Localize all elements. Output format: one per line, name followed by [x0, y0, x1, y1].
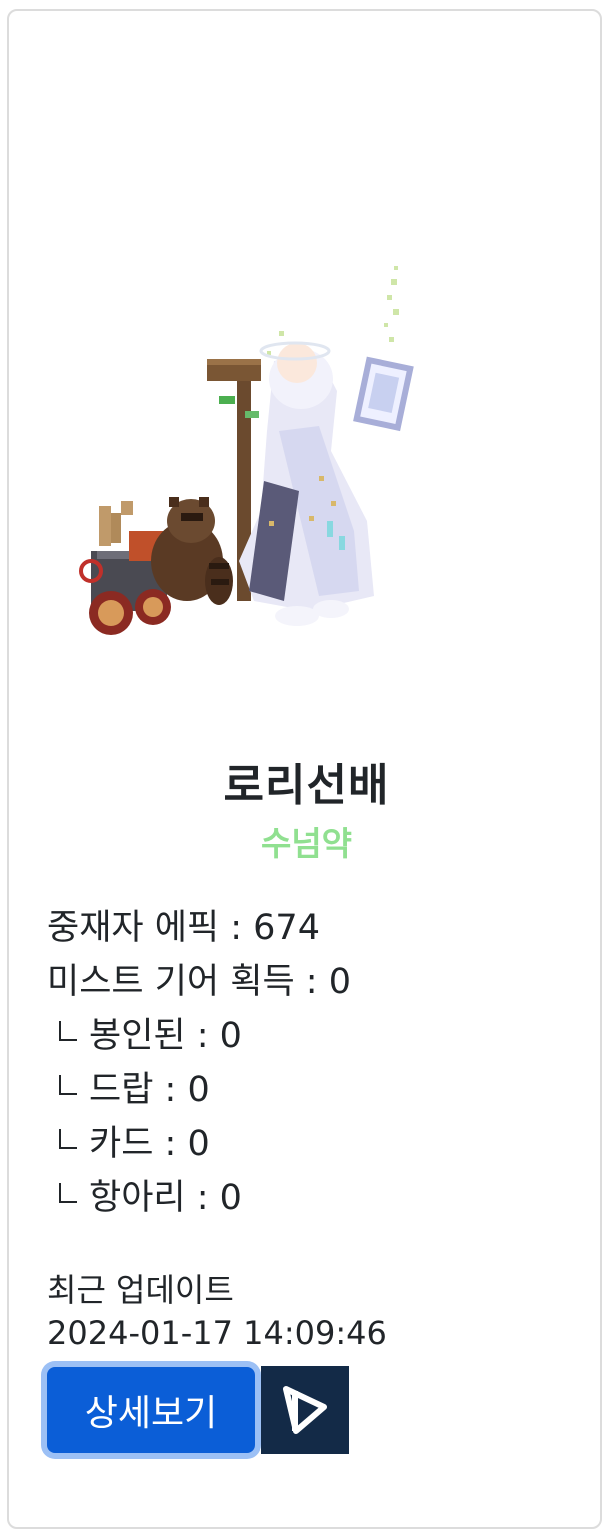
- last-update-time: 2024-01-17 14:09:46: [47, 1314, 387, 1352]
- stat-sub-drop: 드랍 : 0: [47, 1063, 351, 1117]
- stat-sub-card: 카드 : 0: [47, 1117, 351, 1171]
- last-update-label: 최근 업데이트: [47, 1271, 234, 1309]
- stat-sub-jar: 항아리 : 0: [47, 1171, 351, 1225]
- tree-branch-icon: [59, 1129, 77, 1149]
- detail-button[interactable]: 상세보기: [47, 1367, 255, 1453]
- stat-mist-gear: 미스트 기어 획득 : 0: [47, 962, 351, 1002]
- tree-branch-icon: [59, 1183, 77, 1203]
- guild-name: 수넘약: [260, 824, 353, 863]
- character-card: 로리선배 수넘약 중재자 에픽 : 674 미스트 기어 획득 : 0 봉인된 …: [7, 9, 602, 1529]
- stat-sub-label: 드랍 : 0: [89, 1070, 210, 1110]
- character-name: 로리선배: [223, 760, 390, 811]
- stat-sub-label: 항아리 : 0: [89, 1178, 242, 1218]
- dundam-link-button[interactable]: [261, 1366, 349, 1454]
- tree-branch-icon: [59, 1075, 77, 1095]
- stat-sub-label: 봉인된 : 0: [89, 1016, 242, 1056]
- stat-sub-label: 카드 : 0: [89, 1124, 210, 1164]
- stat-sub-sealed: 봉인된 : 0: [47, 1009, 351, 1063]
- character-avatar-image: [79, 266, 414, 635]
- dundam-logo-icon: [283, 1386, 327, 1434]
- stat-epic: 중재자 에픽 : 674: [47, 908, 320, 948]
- tree-branch-icon: [59, 1021, 77, 1041]
- stats-list: 중재자 에픽 : 674 미스트 기어 획득 : 0 봉인된 : 0 드랍 : …: [47, 901, 351, 1225]
